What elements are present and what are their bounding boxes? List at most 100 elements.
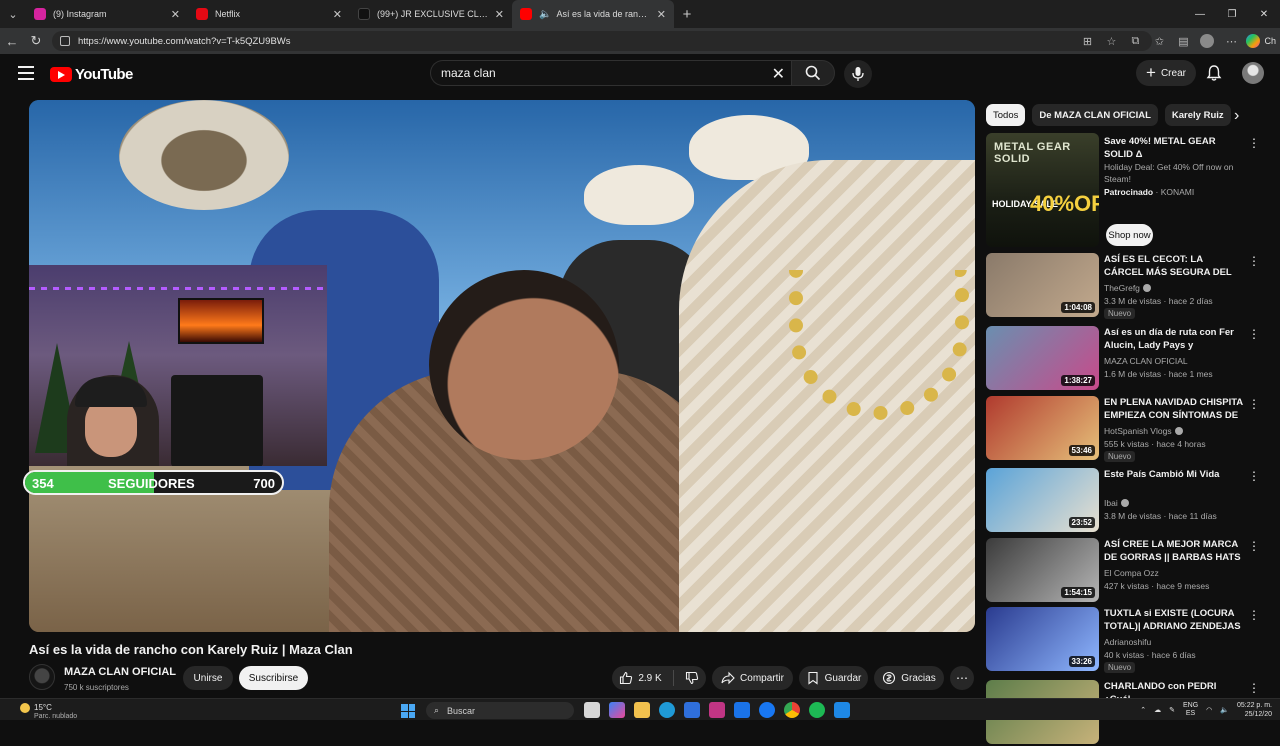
edge-icon[interactable] (659, 702, 675, 718)
ad-title[interactable]: Save 40%! METAL GEAR SOLID Δ (1104, 135, 1244, 161)
chip-karely[interactable]: Karely Ruiz (1164, 104, 1231, 126)
collections-icon[interactable]: ▤ (1174, 32, 1192, 50)
close-window-icon[interactable]: ✕ (1248, 0, 1280, 28)
pen-icon[interactable]: ✎ (1169, 706, 1175, 714)
tab-netflix[interactable]: Netflix ✕ (188, 0, 350, 28)
recommendation-item[interactable]: 1:04:08 ASÍ ES EL CECOT: LA CÁRCEL MÁS SE… (986, 253, 1271, 319)
more-actions-icon[interactable]: ⋯ (950, 666, 974, 690)
more-vert-icon[interactable]: ⋮ (1248, 137, 1260, 149)
chevron-right-icon[interactable]: › (1234, 107, 1239, 125)
account-avatar[interactable] (1242, 62, 1264, 84)
share-button[interactable]: Compartir (712, 666, 793, 690)
back-icon[interactable]: ← (0, 29, 24, 53)
chip-channel[interactable]: De MAZA CLAN OFICIAL (1032, 104, 1158, 126)
channel-name[interactable]: TheGrefg (1104, 283, 1140, 293)
video-title-link[interactable]: ASÍ ES EL CECOT: LA CÁRCEL MÁS SEGURA DE… (1104, 253, 1244, 279)
video-title-link[interactable]: ASÍ CREE LA MEJOR MARCA DE GORRAS || BAR… (1104, 538, 1244, 564)
video-thumbnail[interactable]: 1:38:27 (986, 326, 1099, 390)
menu-hamburger-icon[interactable] (18, 66, 34, 80)
video-thumbnail[interactable]: 1:54:15 (986, 538, 1099, 602)
facebook-icon[interactable] (759, 702, 775, 718)
channel-avatar[interactable] (29, 664, 55, 690)
voice-search-button[interactable] (844, 60, 872, 88)
video-thumbnail[interactable]: 33:26 (986, 607, 1099, 671)
shop-now-button[interactable]: Shop now (1106, 224, 1153, 246)
tab-tiktok[interactable]: (99+) JR EXCLUSIVE CLIPS 😎 (@j ✕ (350, 0, 512, 28)
channel-name[interactable]: MAZA CLAN OFICIAL (1104, 356, 1188, 366)
recommendation-item[interactable]: 1:38:27 Así es un día de ruta con Fer Alu… (986, 326, 1271, 392)
app-install-icon[interactable]: ⊞ (1078, 32, 1096, 50)
video-thumbnail[interactable]: 23:52 (986, 468, 1099, 532)
clock[interactable]: 05:22 p. m. 25/12/20 (1237, 701, 1272, 719)
more-vert-icon[interactable]: ⋮ (1248, 609, 1260, 621)
video-thumbnail[interactable]: 53:46 (986, 396, 1099, 460)
save-button[interactable]: Guardar (799, 666, 868, 690)
video-title-link[interactable]: Así es un día de ruta con Fer Alucin, La… (1104, 326, 1244, 352)
spotify-icon[interactable] (809, 702, 825, 718)
clear-search-icon[interactable]: ✕ (772, 64, 785, 84)
tab-instagram[interactable]: (9) Instagram ✕ (26, 0, 188, 28)
site-info-icon[interactable] (60, 36, 70, 46)
video-thumbnail[interactable]: 1:04:08 (986, 253, 1099, 317)
url-input[interactable]: https://www.youtube.com/watch?v=T-k5QZU9… (52, 31, 1152, 51)
close-icon[interactable]: ✕ (171, 8, 180, 21)
task-view-icon[interactable] (584, 702, 600, 718)
favorites-icon[interactable]: ✩ (1150, 32, 1168, 50)
channel-name[interactable]: HotSpanish Vlogs (1104, 426, 1172, 436)
close-icon[interactable]: ✕ (657, 8, 666, 21)
tab-youtube[interactable]: 🔈 Así es la vida de rancho con K ✕ (512, 0, 674, 28)
like-count[interactable]: 2.9 K (638, 673, 661, 684)
more-vert-icon[interactable]: ⋮ (1248, 328, 1260, 340)
favorite-star-icon[interactable]: ☆ (1102, 32, 1120, 50)
tab-actions-chevron-icon[interactable]: ⌄ (0, 0, 26, 28)
create-button[interactable]: + Crear (1136, 60, 1196, 86)
windows-start-icon[interactable] (401, 704, 415, 718)
sponsored-ad[interactable]: METAL GEAR SOLID HOLIDAY SALE 40%OFF Sav… (986, 133, 1271, 248)
more-vert-icon[interactable]: ⋮ (1248, 682, 1260, 694)
extensions-icon[interactable]: ⧉ (1126, 32, 1144, 50)
video-title-link[interactable]: Este País Cambió Mi Vida (1104, 468, 1244, 481)
taskbar-search[interactable]: ⌕ Buscar (426, 702, 574, 719)
volume-icon[interactable]: 🔈 (1220, 706, 1229, 714)
thumbs-up-icon[interactable] (619, 671, 633, 685)
wifi-icon[interactable]: ◠ (1206, 706, 1212, 714)
thanks-button[interactable]: Gracias (874, 666, 944, 690)
new-tab-button[interactable]: + (674, 6, 700, 23)
channel-name[interactable]: El Compa Ozz (1104, 568, 1159, 578)
minimize-icon[interactable]: — (1184, 0, 1216, 28)
more-vert-icon[interactable]: ⋮ (1248, 255, 1260, 267)
thumbs-down-icon[interactable] (685, 671, 699, 685)
reload-icon[interactable]: ↻ (24, 29, 48, 53)
maximize-icon[interactable]: ❐ (1216, 0, 1248, 28)
search-button[interactable] (791, 60, 835, 86)
recommendation-item[interactable]: 23:52 Este País Cambió Mi Vida Ibai 3.8 M d… (986, 468, 1271, 534)
notifications-bell-icon[interactable] (1205, 64, 1223, 82)
channel-name[interactable]: MAZA CLAN OFICIAL (64, 666, 176, 678)
app-f-icon[interactable] (834, 702, 850, 718)
subscribe-button[interactable]: Suscribirse (239, 666, 308, 690)
more-vert-icon[interactable]: ⋮ (1248, 470, 1260, 482)
settings-more-icon[interactable]: ⋯ (1222, 32, 1240, 50)
chip-todos[interactable]: Todos (986, 104, 1026, 126)
video-player[interactable] (29, 100, 975, 632)
instagram-app-icon[interactable] (709, 702, 725, 718)
chrome-icon[interactable] (784, 702, 800, 718)
more-vert-icon[interactable]: ⋮ (1248, 398, 1260, 410)
video-title-link[interactable]: EN PLENA NAVIDAD CHISPITA EMPIEZA CON SÍ… (1104, 396, 1244, 422)
recommendation-item[interactable]: 33:26 TUXTLA si EXISTE (LOCURA TOTAL)| AD… (986, 607, 1271, 673)
video-title-link[interactable]: TUXTLA si EXISTE (LOCURA TOTAL)| ADRIANO… (1104, 607, 1244, 633)
copilot-app-icon[interactable] (609, 702, 625, 718)
ad-thumbnail[interactable]: METAL GEAR SOLID HOLIDAY SALE 40%OFF (986, 133, 1099, 247)
cloud-icon[interactable]: ☁ (1154, 706, 1161, 714)
store-icon[interactable] (684, 702, 700, 718)
join-button[interactable]: Unirse (183, 666, 233, 690)
close-icon[interactable]: ✕ (495, 8, 504, 21)
search-input[interactable]: maza clan ✕ (430, 60, 791, 86)
tray-expand-icon[interactable]: ⌃ (1140, 706, 1146, 714)
youtube-logo[interactable]: YouTube (50, 66, 133, 83)
profile-icon[interactable] (1198, 32, 1216, 50)
more-vert-icon[interactable]: ⋮ (1248, 540, 1260, 552)
recommendation-item[interactable]: 1:54:15 ASÍ CREE LA MEJOR MARCA DE GORRAS… (986, 538, 1271, 604)
close-icon[interactable]: ✕ (333, 8, 342, 21)
recommendation-item[interactable]: 53:46 EN PLENA NAVIDAD CHISPITA EMPIEZA C… (986, 396, 1271, 462)
